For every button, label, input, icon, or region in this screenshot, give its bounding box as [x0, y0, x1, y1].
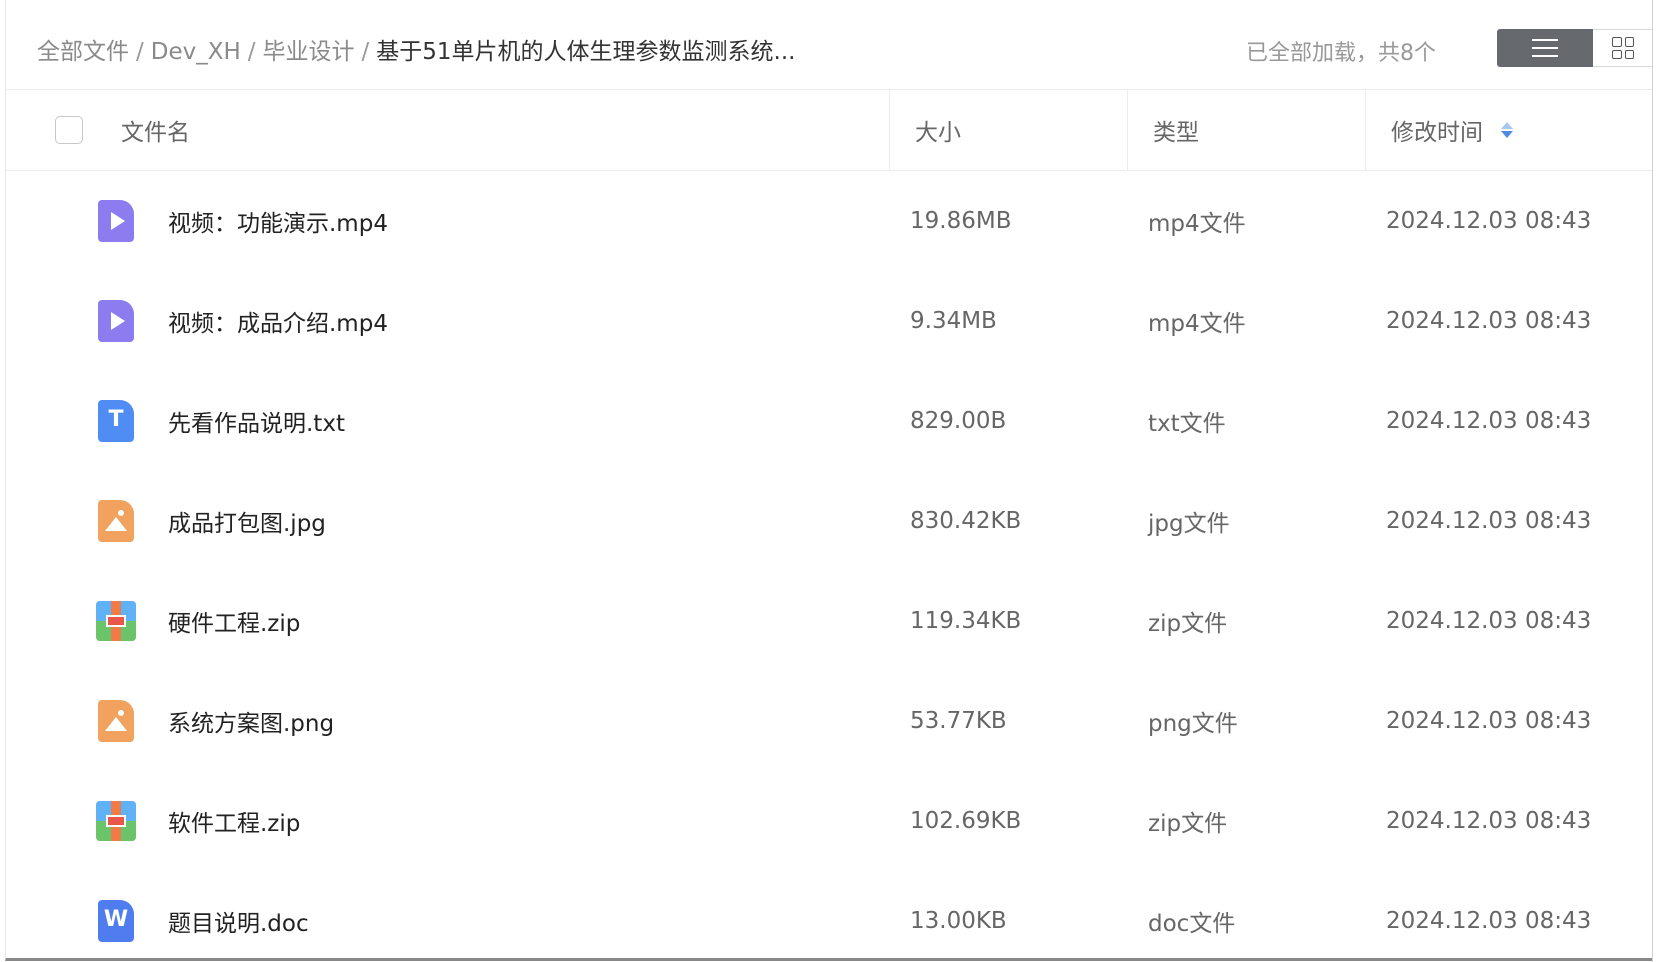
table-row[interactable]: W 题目说明.doc 13.00KB doc文件 2024.12.03 08:43 [6, 871, 1654, 958]
column-header-size-label: 大小 [915, 120, 961, 146]
text-file-icon: T [96, 371, 136, 471]
column-header-type[interactable]: 类型 [1127, 90, 1366, 170]
file-type: mp4文件 [1148, 211, 1246, 237]
file-type: zip文件 [1148, 611, 1228, 637]
file-type: doc文件 [1148, 911, 1236, 937]
file-modified-time: 2024.12.03 08:43 [1386, 308, 1592, 334]
file-size: 19.86MB [910, 208, 1012, 234]
file-modified-time: 2024.12.03 08:43 [1386, 208, 1592, 234]
file-size: 830.42KB [910, 508, 1022, 534]
column-header-size[interactable]: 大小 [889, 90, 1128, 170]
file-size: 829.00B [910, 408, 1007, 434]
sort-icon[interactable] [1501, 122, 1513, 138]
file-name[interactable]: 软件工程.zip [168, 771, 300, 871]
table-row[interactable]: 硬件工程.zip 119.34KB zip文件 2024.12.03 08:43 [6, 571, 1654, 671]
file-list: 视频：功能演示.mp4 19.86MB mp4文件 2024.12.03 08:43 视… [6, 171, 1654, 958]
file-name[interactable]: 视频：成品介绍.mp4 [168, 271, 388, 371]
column-header-name-label: 文件名 [121, 120, 190, 146]
breadcrumb-item-graduation-design[interactable]: 毕业设计 [263, 39, 355, 65]
file-modified-time: 2024.12.03 08:43 [1386, 408, 1592, 434]
grid-view-icon [1612, 37, 1634, 59]
image-file-icon [96, 671, 136, 771]
file-type: png文件 [1148, 711, 1238, 737]
file-modified-time: 2024.12.03 08:43 [1386, 608, 1592, 634]
file-type: jpg文件 [1148, 511, 1230, 537]
file-name[interactable]: 硬件工程.zip [168, 571, 300, 671]
file-modified-time: 2024.12.03 08:43 [1386, 808, 1592, 834]
zip-file-icon [96, 771, 136, 871]
table-row[interactable]: 视频：功能演示.mp4 19.86MB mp4文件 2024.12.03 08:43 [6, 171, 1654, 271]
file-name[interactable]: 题目说明.doc [168, 871, 309, 958]
table-row[interactable]: T 先看作品说明.txt 829.00B txt文件 2024.12.03 08:43 [6, 371, 1654, 471]
table-row[interactable]: 软件工程.zip 102.69KB zip文件 2024.12.03 08:43 [6, 771, 1654, 871]
file-name[interactable]: 先看作品说明.txt [168, 371, 345, 471]
breadcrumb-separator: / [361, 39, 370, 65]
select-all-checkbox[interactable] [55, 116, 83, 144]
breadcrumb-separator: / [247, 39, 256, 65]
load-status-text: 已全部加载，共8个 [1246, 41, 1436, 66]
top-bar: 全部文件 / Dev_XH / 毕业设计 / 基于51单片机的人体生理参数监测系统... 已… [6, 0, 1654, 90]
table-header: 文件名 大小 类型 修改时间 [6, 90, 1654, 171]
column-header-mtime-label: 修改时间 [1391, 120, 1483, 146]
file-size: 13.00KB [910, 908, 1007, 934]
file-name[interactable]: 成品打包图.jpg [168, 471, 326, 571]
table-row[interactable]: 系统方案图.png 53.77KB png文件 2024.12.03 08:43 [6, 671, 1654, 771]
breadcrumb-separator: / [136, 39, 144, 65]
list-view-button[interactable] [1497, 29, 1593, 67]
table-row[interactable]: 视频：成品介绍.mp4 9.34MB mp4文件 2024.12.03 08:43 [6, 271, 1654, 371]
view-toggle [1497, 29, 1654, 67]
file-size: 9.34MB [910, 308, 997, 334]
file-modified-time: 2024.12.03 08:43 [1386, 908, 1592, 934]
column-header-name[interactable]: 文件名 [121, 90, 190, 170]
video-file-icon [96, 271, 136, 371]
video-file-icon [96, 171, 136, 271]
word-file-icon: W [96, 871, 136, 958]
image-file-icon [96, 471, 136, 571]
file-name[interactable]: 系统方案图.png [168, 671, 334, 771]
column-header-mtime[interactable]: 修改时间 [1365, 90, 1654, 170]
table-row[interactable]: 成品打包图.jpg 830.42KB jpg文件 2024.12.03 08:43 [6, 471, 1654, 571]
file-browser: 全部文件 / Dev_XH / 毕业设计 / 基于51单片机的人体生理参数监测系统... 已… [5, 0, 1654, 961]
zip-file-icon [96, 571, 136, 671]
file-size: 102.69KB [910, 808, 1022, 834]
column-header-type-label: 类型 [1153, 120, 1199, 146]
file-size: 119.34KB [910, 608, 1022, 634]
file-modified-time: 2024.12.03 08:43 [1386, 708, 1592, 734]
file-size: 53.77KB [910, 708, 1007, 734]
window-edge [1652, 0, 1662, 962]
breadcrumb: 全部文件 / Dev_XH / 毕业设计 / 基于51单片机的人体生理参数监测系统... [37, 32, 795, 66]
file-type: mp4文件 [1148, 311, 1246, 337]
file-type: txt文件 [1148, 411, 1226, 437]
breadcrumb-current-folder: 基于51单片机的人体生理参数监测系统... [376, 39, 796, 65]
grid-view-button[interactable] [1593, 29, 1654, 67]
breadcrumb-item-dev-xh[interactable]: Dev_XH [151, 39, 241, 65]
breadcrumb-item-all-files[interactable]: 全部文件 [37, 39, 129, 65]
file-name[interactable]: 视频：功能演示.mp4 [168, 171, 388, 271]
file-modified-time: 2024.12.03 08:43 [1386, 508, 1592, 534]
file-type: zip文件 [1148, 811, 1228, 837]
list-view-icon [1532, 39, 1558, 57]
